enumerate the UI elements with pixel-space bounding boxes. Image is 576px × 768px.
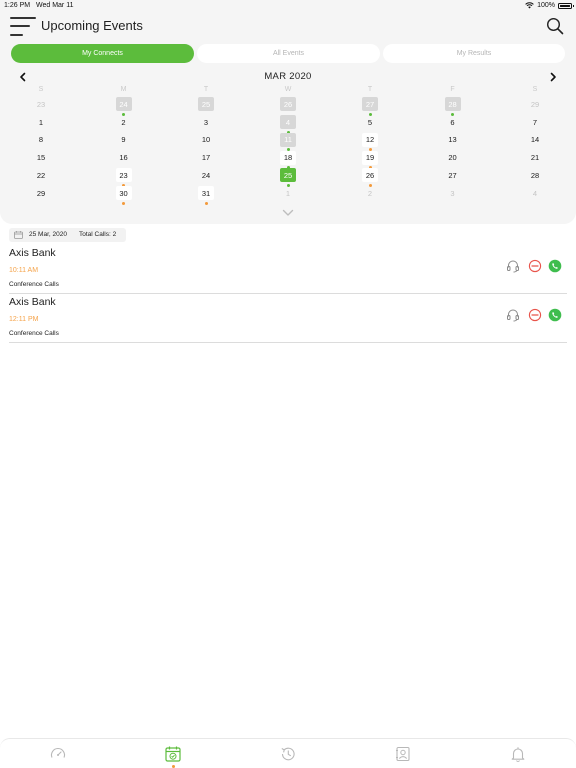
event-tabs: My Connects All Events My Results	[11, 44, 565, 63]
event-type: Conference Calls	[9, 281, 59, 288]
calendar-day[interactable]: 16	[116, 151, 132, 165]
chevron-down-icon[interactable]	[282, 209, 294, 217]
calendar-day[interactable]: 8	[33, 133, 49, 147]
search-icon[interactable]	[546, 17, 564, 35]
calendar-day[interactable]: 23	[33, 97, 49, 111]
calendar-day[interactable]: 2	[116, 115, 132, 129]
calendar-check-icon[interactable]	[164, 745, 182, 763]
calendar-day[interactable]: 26	[280, 97, 296, 111]
calendar-day[interactable]: 24	[115, 97, 132, 111]
calendar-day[interactable]: 4	[280, 115, 296, 129]
calendar-day[interactable]: 7	[527, 115, 543, 129]
wifi-icon	[525, 2, 534, 9]
weekday-row: SMTWTFS	[0, 86, 576, 96]
battery-percent: 100%	[537, 2, 555, 9]
calendar-day[interactable]: 17	[198, 151, 214, 165]
event-actions	[506, 308, 562, 322]
calendar-day[interactable]: 24	[198, 168, 214, 182]
weekday-label: M	[120, 86, 127, 93]
calendar-day[interactable]: 10	[198, 133, 214, 147]
calendar-day[interactable]: 26	[362, 168, 378, 182]
status-date: Wed Mar 11	[36, 2, 74, 9]
calendar-day[interactable]: 23	[115, 168, 132, 182]
summary-total-calls: Total Calls: 2	[79, 231, 117, 238]
calendar-day[interactable]: 1	[33, 115, 49, 129]
event-actions	[506, 259, 562, 273]
calendar-day[interactable]: 27	[362, 97, 378, 111]
calendar-day[interactable]: 29	[33, 186, 49, 200]
bottom-nav	[0, 738, 576, 768]
calendar-day[interactable]: 30	[115, 186, 132, 200]
calendar-day[interactable]: 4	[527, 186, 543, 200]
event-item[interactable]: Axis Bank 10:11 AM Conference Calls	[9, 247, 567, 294]
calendar-day[interactable]: 14	[527, 133, 543, 147]
screen: 1:26 PM Wed Mar 11 100% Upcoming Events …	[0, 0, 576, 768]
calendar-day[interactable]: 27	[445, 168, 461, 182]
calendar-day[interactable]: 13	[445, 133, 461, 147]
tab-all-events[interactable]: All Events	[197, 44, 380, 63]
calendar-header: MAR 2020	[0, 70, 576, 84]
whatsapp-icon[interactable]	[548, 259, 562, 273]
event-type: Conference Calls	[9, 330, 59, 337]
calendar-day[interactable]: 31	[198, 186, 214, 200]
weekday-label: F	[450, 86, 455, 93]
hamburger-menu-icon[interactable]	[10, 15, 36, 37]
weekday-label: W	[284, 86, 292, 93]
weekday-label: S	[532, 86, 538, 93]
contacts-book-icon[interactable]	[394, 745, 412, 763]
remove-icon[interactable]	[528, 308, 542, 322]
headset-icon[interactable]	[506, 308, 520, 322]
calendar-day-selected[interactable]: 25	[280, 168, 296, 182]
event-indicator-dot	[204, 201, 208, 205]
calendar-day[interactable]: 18	[280, 150, 296, 165]
page-title: Upcoming Events	[41, 18, 143, 33]
calendar-day[interactable]: 29	[527, 97, 543, 111]
calendar-day[interactable]: 5	[362, 115, 378, 129]
dashboard-gauge-icon[interactable]	[49, 745, 67, 763]
history-icon[interactable]	[279, 745, 297, 763]
weekday-label: T	[203, 86, 209, 93]
calendar-day[interactable]: 22	[33, 168, 49, 182]
tab-my-results[interactable]: My Results	[383, 44, 565, 63]
bell-icon[interactable]	[509, 745, 527, 763]
event-time: 12:11 PM	[9, 316, 39, 323]
event-title: Axis Bank	[9, 247, 56, 259]
event-time: 10:11 AM	[9, 267, 39, 274]
calendar-day[interactable]: 6	[445, 115, 461, 129]
status-indicators: 100%	[525, 2, 574, 9]
event-title: Axis Bank	[9, 296, 56, 308]
month-label: MAR 2020	[264, 71, 312, 82]
date-summary: 25 Mar, 2020 Total Calls: 2	[9, 228, 126, 242]
calendar-day[interactable]: 1	[280, 186, 296, 200]
app-bar: Upcoming Events	[0, 12, 576, 40]
calendar-day[interactable]: 25	[198, 97, 214, 111]
headset-icon[interactable]	[506, 259, 520, 273]
weekday-label: T	[367, 86, 373, 93]
chevron-right-icon[interactable]	[548, 72, 558, 82]
battery-icon	[558, 2, 574, 9]
calendar-day[interactable]: 2	[362, 186, 378, 200]
calendar-day[interactable]: 20	[445, 151, 461, 165]
calendar-day[interactable]: 11	[280, 132, 296, 147]
remove-icon[interactable]	[528, 259, 542, 273]
tab-my-connects[interactable]: My Connects	[11, 44, 194, 63]
calendar-day[interactable]: 12	[362, 132, 378, 147]
event-item[interactable]: Axis Bank 12:11 PM Conference Calls	[9, 296, 567, 343]
status-time: 1:26 PM	[4, 2, 31, 9]
calendar-day[interactable]: 3	[198, 115, 214, 129]
weekday-label: S	[38, 86, 44, 93]
summary-date: 25 Mar, 2020	[29, 231, 67, 238]
calendar-day[interactable]: 9	[116, 133, 132, 147]
calendar-day[interactable]: 15	[33, 151, 49, 165]
whatsapp-icon[interactable]	[548, 308, 562, 322]
event-indicator-dot	[122, 201, 125, 205]
calendar-day[interactable]: 3	[445, 186, 461, 200]
calendar-day[interactable]: 19	[362, 150, 378, 165]
calendar-day[interactable]: 28	[444, 97, 461, 111]
status-bar: 1:26 PM Wed Mar 11 100%	[0, 0, 576, 12]
calendar-day[interactable]: 21	[527, 151, 543, 165]
calendar-day[interactable]: 28	[527, 168, 543, 182]
calendar-icon	[14, 231, 23, 239]
